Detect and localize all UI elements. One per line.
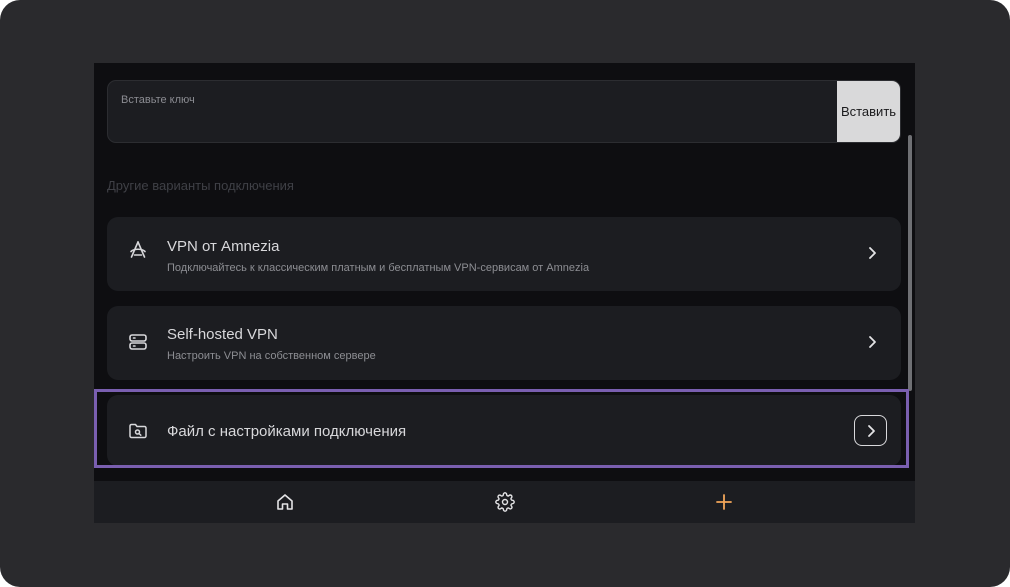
settings-icon[interactable] xyxy=(494,491,516,513)
scrollbar[interactable] xyxy=(908,135,912,391)
paste-button[interactable]: Вставить xyxy=(837,81,900,142)
option-card-self-hosted-vpn[interactable]: Self-hosted VPN Настроить VPN на собстве… xyxy=(107,306,901,380)
key-input-placeholder: Вставьте ключ xyxy=(121,94,195,106)
server-icon xyxy=(127,331,149,353)
section-title: Другие варианты подключения xyxy=(107,178,294,193)
app-screen: Вставьте ключ Вставить Другие варианты п… xyxy=(94,63,915,523)
amnezia-logo-icon xyxy=(127,239,149,261)
option-title: Self-hosted VPN xyxy=(167,326,278,343)
home-icon[interactable] xyxy=(274,491,296,513)
option-card-amnezia-vpn[interactable]: VPN от Amnezia Подключайтесь к классичес… xyxy=(107,217,901,291)
chevron-right-icon xyxy=(865,246,879,260)
device-frame: Вставьте ключ Вставить Другие варианты п… xyxy=(0,0,1010,587)
bottom-navigation xyxy=(94,481,915,523)
focus-highlight xyxy=(94,389,909,468)
option-subtitle: Настроить VPN на собственном сервере xyxy=(167,350,376,362)
option-subtitle: Подключайтесь к классическим платным и б… xyxy=(167,262,590,274)
key-input-field[interactable]: Вставьте ключ Вставить xyxy=(107,80,901,143)
chevron-right-icon xyxy=(865,335,879,349)
plus-icon[interactable] xyxy=(713,491,735,513)
option-title: VPN от Amnezia xyxy=(167,238,280,255)
